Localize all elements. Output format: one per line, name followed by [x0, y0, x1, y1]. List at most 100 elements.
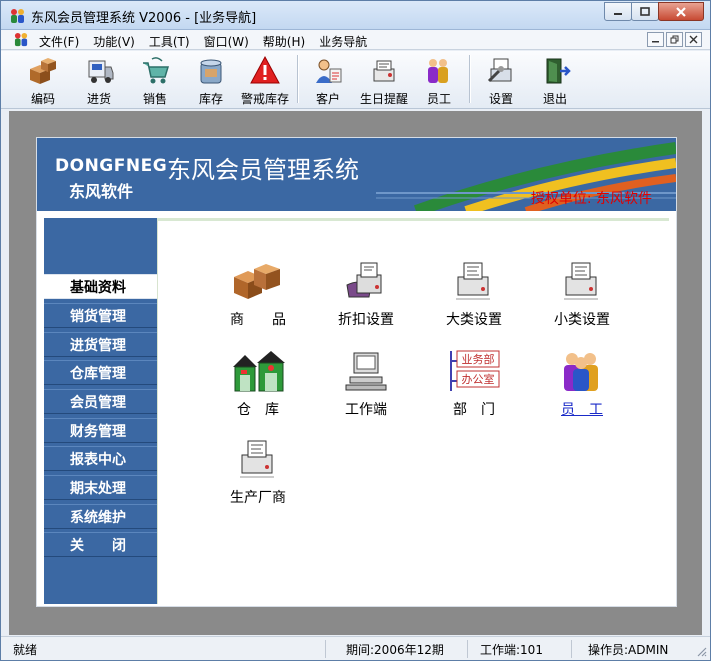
tile-manufacturer[interactable]: 生产厂商: [208, 437, 308, 507]
tile-label: 折扣设置: [338, 312, 394, 328]
business-nav-panel: DONGFNEG 东风软件 东风会员管理系统 授权单位: 东风软件 基础资料 销…: [36, 137, 677, 607]
toolbar-label: 客户: [315, 92, 340, 106]
sidebar-item-sales[interactable]: 销货管理: [44, 303, 157, 328]
app-window: 东风会员管理系统 V2006 - [业务导航] 文件(F) 功能(V) 工具(T…: [0, 0, 711, 661]
toolbar-label: 退出: [542, 92, 567, 106]
brand-english: DONGFNEG: [55, 156, 168, 176]
sidebar-item-period-end[interactable]: 期末处理: [44, 475, 157, 500]
sidebar-item-reports[interactable]: 报表中心: [44, 446, 157, 471]
toolbar-label: 销售: [142, 92, 167, 106]
app-title: 东风会员管理系统: [167, 156, 359, 184]
toolbar-label: 编码: [30, 92, 55, 106]
cans-icon: [200, 59, 222, 84]
menu-tools[interactable]: 工具(T): [149, 33, 190, 50]
window-title: 东风会员管理系统 V2006 - [业务导航]: [31, 11, 257, 26]
sidebar-item-finance[interactable]: 财务管理: [44, 418, 157, 443]
employees-icon: [564, 353, 598, 391]
toolbar-label: 员工: [426, 92, 451, 106]
status-period: 期间:2006年12期: [325, 640, 465, 658]
minimize-icon: [652, 41, 659, 43]
sidebar-item-maintenance[interactable]: 系统维护: [44, 504, 157, 529]
sidebar-item-close[interactable]: 关 闭: [44, 532, 157, 557]
minor-category-printer-icon: [564, 262, 598, 300]
toolbar-exit-button[interactable]: 退出: [533, 53, 577, 107]
goods-boxes-icon: [234, 264, 280, 299]
tile-label: 小类设置: [554, 312, 610, 328]
header-banner: DONGFNEG 东风软件 东风会员管理系统 授权单位: 东风软件: [37, 138, 676, 211]
toolbar-staff-button[interactable]: 员工: [417, 53, 461, 107]
maximize-button[interactable]: [631, 2, 659, 21]
menu-window[interactable]: 窗口(W): [204, 33, 249, 50]
menu-function[interactable]: 功能(V): [93, 33, 135, 50]
settings-icon: [487, 58, 512, 83]
birthday-icon: [373, 60, 395, 82]
dept-label-business: 业务部: [462, 352, 495, 366]
mdi-minimize-button[interactable]: [647, 32, 664, 47]
toolbar-label: 警戒库存: [240, 92, 289, 106]
exit-door-icon: [546, 58, 571, 84]
warehouse-icon: [233, 351, 285, 392]
major-category-printer-icon: [456, 262, 490, 300]
tile-label: 大类设置: [446, 312, 502, 328]
status-workstation: 工作端:101: [467, 640, 569, 658]
tile-workstation[interactable]: 工作端: [316, 349, 416, 419]
toolbar-alert-stock-button[interactable]: 警戒库存: [239, 53, 291, 107]
tile-employees[interactable]: 员 工: [532, 349, 632, 419]
toolbar-code-button[interactable]: 编码: [19, 53, 67, 107]
sidebar-item-purchase[interactable]: 进货管理: [44, 332, 157, 357]
warning-icon: [250, 55, 280, 84]
toolbar-label: 设置: [488, 92, 513, 106]
tile-label: 工作端: [345, 402, 387, 418]
menu-file[interactable]: 文件(F): [39, 33, 79, 50]
status-text: 就绪: [13, 642, 38, 657]
manufacturer-printer-icon: [240, 440, 274, 478]
restore-icon: [670, 35, 679, 44]
tile-discount[interactable]: 折扣设置: [316, 259, 416, 329]
maximize-icon: [640, 6, 650, 16]
cart-icon: [143, 57, 170, 84]
toolbar-sales-button[interactable]: 销售: [131, 53, 179, 107]
boxes-icon: [30, 58, 56, 84]
toolbar-birthday-button[interactable]: 生日提醒: [355, 53, 413, 107]
tile-minor-category[interactable]: 小类设置: [532, 259, 632, 329]
app-people-icon: [11, 9, 24, 23]
nav-sidebar: 基础资料 销货管理 进货管理 仓库管理 会员管理 财务管理 报表中心 期末处理 …: [44, 218, 157, 604]
customer-icon: [316, 59, 342, 83]
sidebar-item-members[interactable]: 会员管理: [44, 389, 157, 414]
minimize-icon: [614, 12, 622, 15]
title-bar[interactable]: 东风会员管理系统 V2006 - [业务导航]: [1, 1, 710, 30]
tile-label: 生产厂商: [230, 490, 286, 506]
tile-label: 商 品: [230, 312, 286, 328]
tile-label: 部 门: [453, 402, 495, 418]
close-icon: [689, 35, 698, 44]
menu-bar: 文件(F) 功能(V) 工具(T) 窗口(W) 帮助(H) 业务导航: [1, 30, 710, 50]
status-operator: 操作员:ADMIN: [571, 640, 689, 658]
tile-goods[interactable]: 商 品: [208, 259, 308, 329]
tile-warehouse[interactable]: 仓 库: [208, 349, 308, 419]
tile-department[interactable]: 业务部 办公室 部 门: [424, 349, 524, 419]
close-button[interactable]: [658, 2, 704, 21]
mdi-close-button[interactable]: [685, 32, 702, 47]
discount-printer-icon: [346, 262, 382, 298]
minimize-button[interactable]: [604, 2, 632, 21]
menu-people-icon[interactable]: [13, 32, 30, 47]
toolbar: 编码 进货 销售 库存 警戒库存 客户 生日提醒 员工 设置 退出: [1, 51, 710, 109]
tile-major-category[interactable]: 大类设置: [424, 259, 524, 329]
dept-label-office: 办公室: [462, 372, 495, 386]
close-icon: [676, 6, 686, 17]
menu-business-nav[interactable]: 业务导航: [319, 33, 367, 50]
sidebar-item-warehouse[interactable]: 仓库管理: [44, 360, 157, 385]
toolbar-settings-button[interactable]: 设置: [479, 53, 523, 107]
toolbar-purchase-button[interactable]: 进货: [75, 53, 123, 107]
mdi-restore-button[interactable]: [666, 32, 683, 47]
tile-label: 员 工: [561, 402, 603, 418]
toolbar-customer-button[interactable]: 客户: [305, 53, 351, 107]
truck-icon: [88, 60, 114, 83]
toolbar-separator: [297, 55, 299, 103]
toolbar-label: 进货: [86, 92, 111, 106]
toolbar-inventory-button[interactable]: 库存: [187, 53, 235, 107]
licensee-text: 授权单位: 东风软件: [530, 191, 652, 207]
sidebar-item-basic-data[interactable]: 基础资料: [44, 274, 157, 299]
resize-grip-icon[interactable]: [695, 645, 707, 657]
menu-help[interactable]: 帮助(H): [263, 33, 305, 50]
